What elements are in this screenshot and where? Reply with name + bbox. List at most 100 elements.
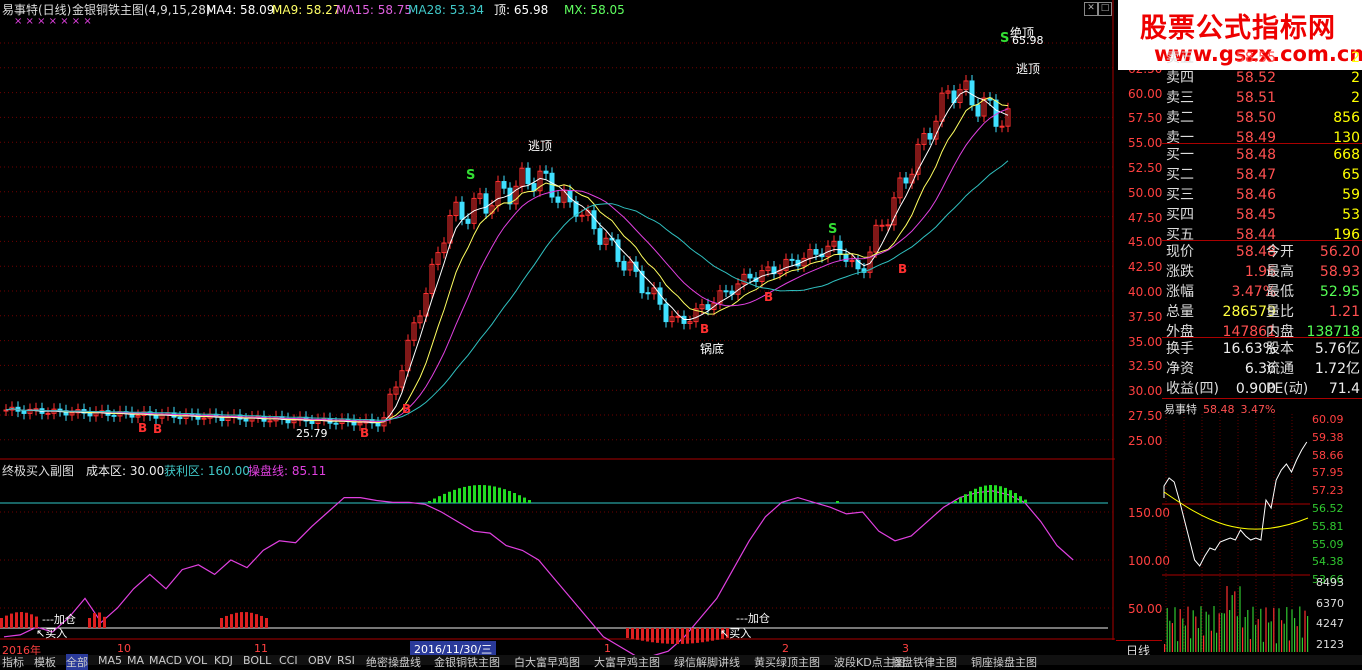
mini-volume-bar xyxy=(1184,625,1186,652)
indicator-tab[interactable]: 模板 xyxy=(34,654,56,670)
candle-body xyxy=(843,253,849,262)
mini-volume-tick: 8493 xyxy=(1316,576,1344,589)
mini-volume-bar xyxy=(1203,635,1205,652)
order-price: 58.45 xyxy=(1235,207,1276,223)
indicator-tab[interactable]: 操盘铁律主图 xyxy=(891,654,957,670)
candle-body xyxy=(579,214,585,217)
order-volume: 2 xyxy=(1351,50,1360,66)
profit-bar xyxy=(979,486,982,503)
indicator-tab[interactable]: 指标 xyxy=(2,654,24,670)
indicator-tab[interactable]: 全部 xyxy=(66,654,88,670)
candle-body xyxy=(813,249,819,255)
close-icon[interactable]: ✕ xyxy=(1084,2,1098,16)
candle-body xyxy=(621,260,627,271)
price-tick: 37.50 xyxy=(1128,309,1163,324)
indicator-tab[interactable]: KDJ xyxy=(214,654,233,667)
minimize-icon[interactable]: □ xyxy=(1098,2,1112,16)
profit-bar xyxy=(518,495,521,503)
profit-bar xyxy=(498,487,501,503)
candle-body xyxy=(999,125,1005,128)
indicator-tab[interactable]: BOLL xyxy=(243,654,271,667)
kline-chart-area[interactable]: 易事特(日线) 金银铜铁主图 (4,9,15,28) MA4: 58.09 MA… xyxy=(0,0,1115,665)
mini-volume-bar xyxy=(1278,608,1280,652)
indicator-tab[interactable]: 白大富早鸡图 xyxy=(514,654,580,670)
mini-volume-bar xyxy=(1262,641,1264,652)
profit-bar xyxy=(428,501,431,503)
cost-bar xyxy=(676,628,679,644)
profit-zone-value: 获利区: 160.00 xyxy=(164,464,250,478)
indicator-tab[interactable]: OBV xyxy=(308,654,331,667)
cost-bar xyxy=(716,628,719,640)
mini-price-tick: 60.09 xyxy=(1312,413,1344,426)
indicator-tab[interactable]: 铜座操盘主图 xyxy=(971,654,1037,670)
buy-signal-b: B xyxy=(138,421,148,435)
candle-body xyxy=(969,80,975,106)
mini-volume-bar xyxy=(1231,595,1233,652)
order-volume: 59 xyxy=(1342,187,1360,203)
mini-volume-bar xyxy=(1239,586,1241,652)
mini-chart: 易事特 58.48 3.47% 60.09 59.38 58.66 57.95 57.23 56… xyxy=(1162,400,1362,655)
info-label: 流通 xyxy=(1266,361,1294,377)
stat-label: 涨跌 xyxy=(1166,264,1194,280)
stat-label: 涨幅 xyxy=(1166,284,1194,300)
indicator-tab[interactable]: 金银铜铁主图 xyxy=(434,654,500,670)
mini-volume-bar xyxy=(1236,616,1238,652)
indicator-tab[interactable]: VOL xyxy=(185,654,207,667)
mini-volume-bar xyxy=(1296,626,1298,652)
indicator-tab[interactable]: 黄买绿顶主图 xyxy=(754,654,820,670)
order-price: 58.47 xyxy=(1235,167,1276,183)
cost-bar xyxy=(691,628,694,644)
indicator-tab[interactable]: 绝密操盘线 xyxy=(366,654,421,670)
buy-row: 买三 58.46 59 xyxy=(1162,185,1362,205)
profit-bar xyxy=(1024,499,1027,503)
panel-separator xyxy=(1162,143,1362,144)
indicator-tab[interactable]: CCI xyxy=(279,654,298,667)
cost-bar xyxy=(20,612,23,628)
cost-bar xyxy=(686,628,689,644)
cost-bar xyxy=(98,612,101,628)
profit-bar xyxy=(954,501,957,503)
price-tick: 27.50 xyxy=(1128,409,1163,423)
ma15-value: MA15: 58.75 xyxy=(336,3,413,17)
profit-bar xyxy=(508,490,511,503)
profit-bar xyxy=(1004,487,1007,503)
cost-bar xyxy=(636,628,639,640)
signal-s-1: S xyxy=(466,168,476,183)
profit-bar xyxy=(463,486,466,503)
price-tick: 40.00 xyxy=(1128,285,1163,299)
mini-volume-bar xyxy=(1177,641,1179,652)
mini-price-tick: 57.95 xyxy=(1312,466,1344,480)
order-price: 58.55 xyxy=(1235,50,1276,66)
cost-bar xyxy=(30,614,33,628)
info-row: 收益(四) 0.900 PE(动) 71.4 xyxy=(1162,379,1362,399)
mx-value: MX: 58.05 xyxy=(564,3,625,17)
order-price: 58.52 xyxy=(1235,70,1276,86)
stat-label: 今开 xyxy=(1266,244,1294,260)
info-label: 收益(四) xyxy=(1166,381,1219,397)
mini-volume-bar xyxy=(1229,610,1231,652)
stat-row: 总量 286579 量比 1.21 xyxy=(1162,302,1362,322)
buy-signal-b: B xyxy=(898,262,908,276)
mini-volume-bar xyxy=(1247,609,1249,652)
indicator-tab[interactable]: 绿信解脚讲线 xyxy=(674,654,740,670)
indicator-tab[interactable]: MACD xyxy=(149,654,182,667)
stat-label: 最高 xyxy=(1266,264,1294,280)
candle-body xyxy=(45,412,51,415)
profit-bar xyxy=(1019,496,1022,503)
cost-bar xyxy=(103,616,106,628)
indicator-tab[interactable]: 大富早鸡主图 xyxy=(594,654,660,670)
indicator-tab[interactable]: MA5 xyxy=(98,654,122,667)
mini-volume-bar xyxy=(1273,607,1275,652)
stat-value: 58.93 xyxy=(1319,264,1360,280)
indicator-tab[interactable]: MA xyxy=(127,654,144,667)
indicator-tab[interactable]: RSI xyxy=(337,654,355,667)
mini-volume-tick: 4247 xyxy=(1316,617,1344,631)
mini-volume-bar xyxy=(1171,623,1173,652)
price-tick: 25.00 xyxy=(1128,433,1163,448)
candle-body xyxy=(675,315,681,318)
cost-bar xyxy=(701,628,704,643)
ma28-value: MA28: 53.34 xyxy=(408,3,485,17)
cost-bar xyxy=(666,628,669,644)
candle-body xyxy=(663,303,669,323)
mini-price-tick: 54.38 xyxy=(1312,555,1344,569)
